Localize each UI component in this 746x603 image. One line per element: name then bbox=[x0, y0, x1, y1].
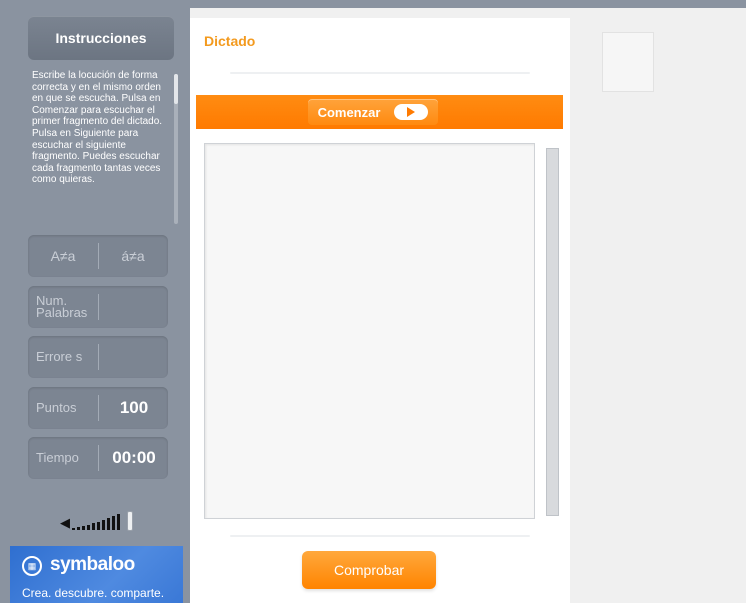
controls-bar: Comenzar bbox=[196, 95, 563, 129]
divider bbox=[98, 344, 99, 370]
errors-label: Errore s bbox=[36, 349, 83, 364]
symbaloo-brand: symbaloo bbox=[50, 554, 135, 575]
time-value: 00:00 bbox=[112, 448, 156, 467]
dictation-panel: Dictado Comenzar Comprobar bbox=[190, 18, 570, 603]
volume-bar bbox=[82, 526, 85, 530]
volume-bar bbox=[97, 522, 100, 530]
volume-bar bbox=[117, 514, 120, 530]
answer-textarea[interactable] bbox=[204, 143, 535, 519]
divider bbox=[98, 243, 99, 269]
time-panel: Tiempo 00:00 bbox=[28, 437, 168, 479]
divider bbox=[98, 395, 99, 421]
volume-slider-knob[interactable] bbox=[127, 511, 133, 531]
sidebar: Instrucciones Escribe la locución de for… bbox=[0, 8, 190, 603]
volume-bar bbox=[112, 516, 115, 530]
uppercase-toggle[interactable]: A≠a bbox=[28, 235, 98, 277]
errors-value bbox=[100, 336, 168, 378]
points-label: Puntos bbox=[36, 400, 77, 415]
volume-bar bbox=[102, 520, 105, 530]
symbaloo-banner[interactable]: ▦ symbaloo Crea. descubre. comparte. bbox=[10, 546, 183, 603]
symbaloo-logo-icon: ▦ bbox=[22, 556, 42, 576]
volume-bar bbox=[92, 523, 95, 530]
start-button-label: Comenzar bbox=[317, 104, 381, 120]
word-count-panel: Num. Palabras bbox=[28, 286, 168, 328]
page-title: Dictado bbox=[204, 33, 256, 49]
right-area bbox=[570, 18, 746, 603]
play-icon bbox=[394, 104, 429, 120]
top-bar bbox=[0, 0, 746, 8]
volume-bar bbox=[77, 527, 80, 530]
volume-bar bbox=[87, 525, 90, 530]
accent-toggle[interactable]: á≠a bbox=[98, 235, 168, 277]
divider bbox=[230, 72, 530, 74]
placeholder-box bbox=[602, 32, 654, 92]
volume-bar bbox=[107, 518, 110, 530]
points-panel: Puntos 100 bbox=[28, 387, 168, 429]
volume-bar bbox=[72, 528, 75, 530]
answer-scrollbar[interactable] bbox=[546, 148, 559, 516]
time-label: Tiempo bbox=[36, 450, 79, 465]
errors-panel: Errore s bbox=[28, 336, 168, 378]
word-count-label: Num. Palabras bbox=[36, 293, 88, 320]
start-button[interactable]: Comenzar bbox=[308, 99, 438, 125]
case-sensitivity-panel: A≠a á≠a bbox=[28, 235, 168, 277]
instructions-button[interactable]: Instrucciones bbox=[28, 16, 174, 60]
word-count-value bbox=[100, 286, 168, 328]
volume-control[interactable]: ◀ bbox=[60, 511, 140, 533]
instructions-text: Escribe la locución de forma correcta y … bbox=[32, 70, 163, 186]
symbaloo-tagline: Crea. descubre. comparte. bbox=[22, 586, 165, 600]
instructions-scrollbar[interactable] bbox=[174, 74, 178, 224]
check-button[interactable]: Comprobar bbox=[302, 551, 436, 589]
instructions-scroll-thumb[interactable] bbox=[174, 74, 178, 104]
points-value: 100 bbox=[119, 398, 149, 417]
divider bbox=[98, 445, 99, 471]
divider bbox=[230, 535, 530, 537]
speaker-icon: ◀ bbox=[60, 515, 70, 530]
divider bbox=[98, 294, 99, 320]
